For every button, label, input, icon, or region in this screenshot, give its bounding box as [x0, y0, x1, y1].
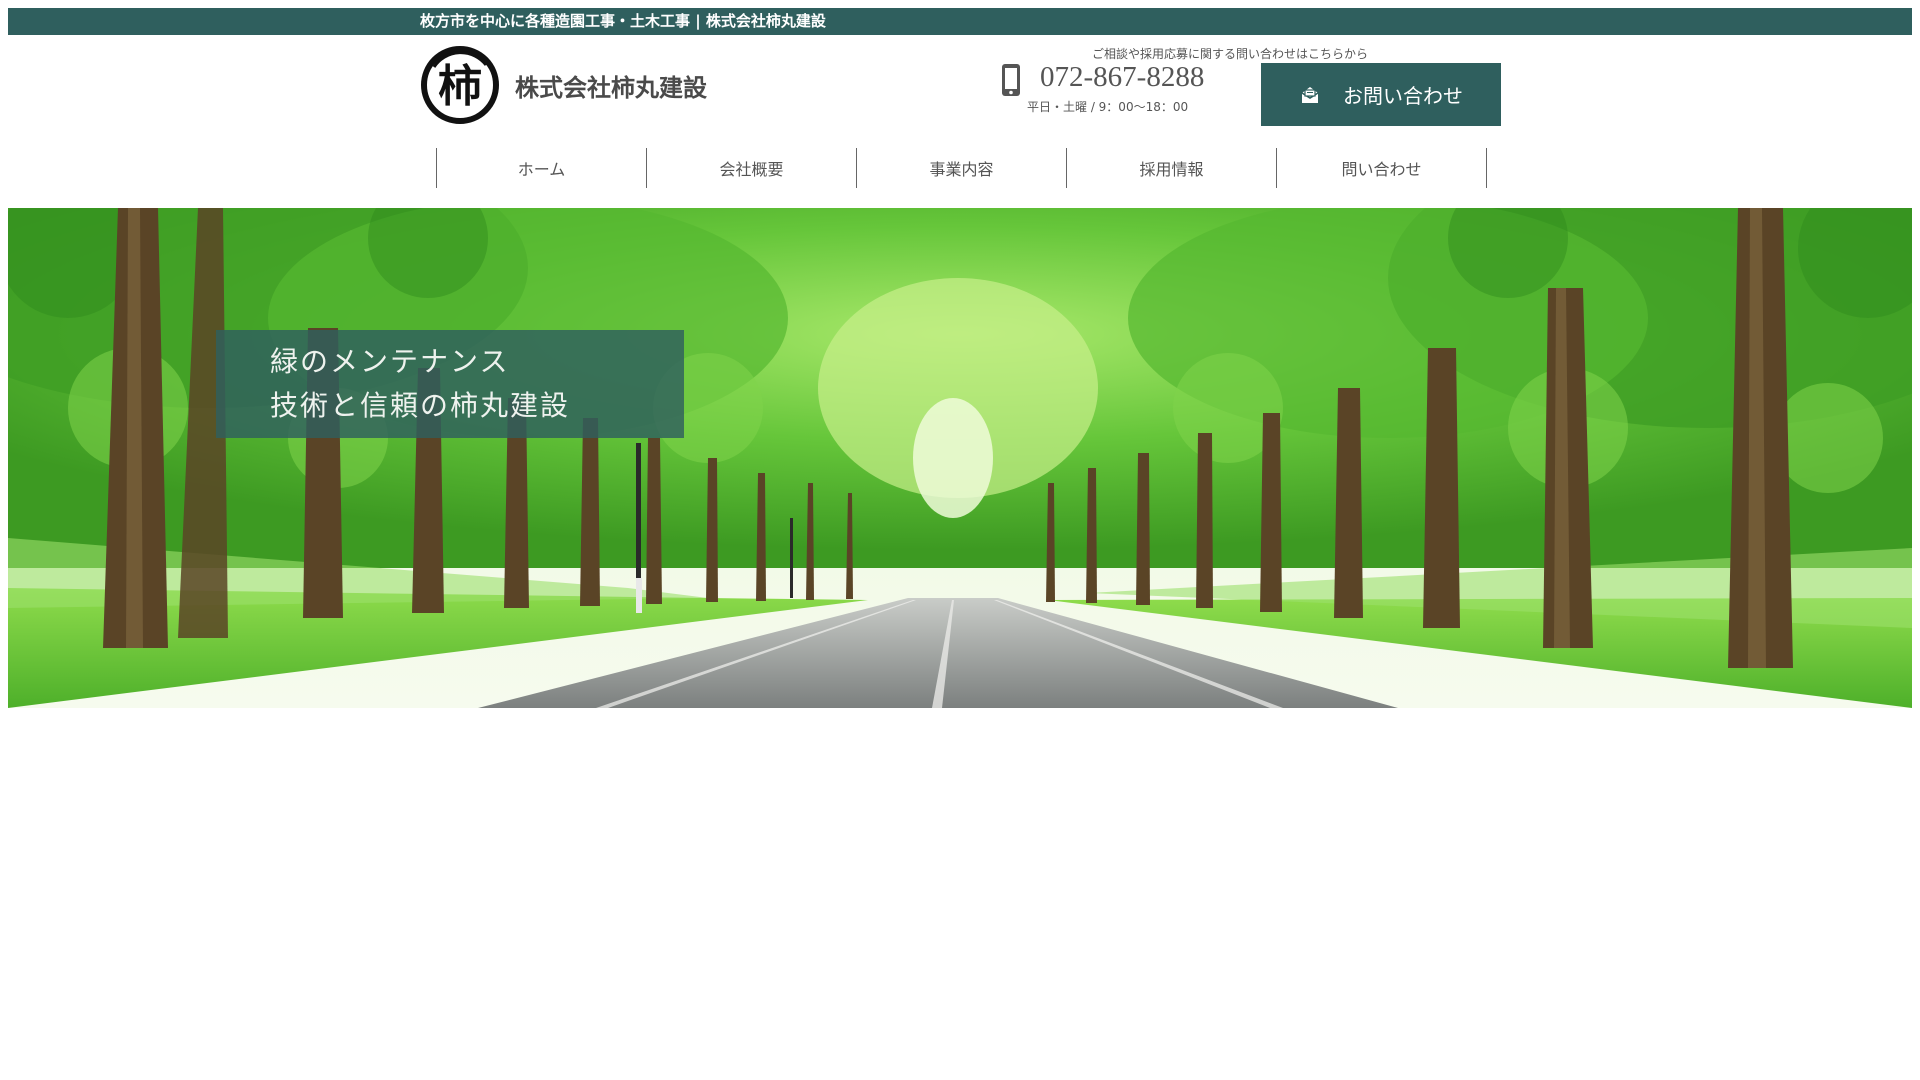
contact-button-label: お問い合わせ	[1343, 84, 1463, 108]
top-bar: 枚方市を中心に各種造園工事・土木工事 | 株式会社柿丸建設	[8, 8, 1912, 35]
hero-caption-line1: 緑のメンテナンス	[270, 345, 510, 378]
nav-item-home[interactable]: ホーム	[437, 148, 647, 188]
main-nav: ホーム 会社概要 事業内容 採用情報 問い合わせ	[436, 148, 1487, 188]
site-header: 柿 株式会社柿丸建設 ご相談や採用応募に関する問い合わせはこちらから 072-8…	[0, 35, 1920, 135]
contact-button[interactable]: お問い合わせ	[1261, 63, 1501, 126]
page: 枚方市を中心に各種造園工事・土木工事 | 株式会社柿丸建設 柿 株式会社柿丸建設…	[0, 0, 1920, 1080]
phone-hours: 平日・土曜 / 9：00～18：00	[1027, 100, 1189, 114]
nav-item-recruit[interactable]: 採用情報	[1067, 148, 1277, 188]
smartphone-icon	[1002, 64, 1020, 96]
logo-link[interactable]: 柿	[420, 45, 500, 125]
hero-image	[8, 208, 1912, 708]
top-bar-text: 枚方市を中心に各種造園工事・土木工事 | 株式会社柿丸建設	[420, 12, 826, 30]
hero-banner: 緑のメンテナンス 技術と信頼の柿丸建設	[8, 208, 1912, 708]
company-name[interactable]: 株式会社柿丸建設	[515, 68, 707, 103]
envelope-icon	[1301, 86, 1319, 103]
hero-caption: 緑のメンテナンス 技術と信頼の柿丸建設	[216, 330, 684, 438]
nav-item-business[interactable]: 事業内容	[857, 148, 1067, 188]
nav-item-contact[interactable]: 問い合わせ	[1277, 148, 1487, 188]
phone-number[interactable]: 072-867-8288	[1040, 61, 1204, 94]
hero-caption-line2: 技術と信頼の柿丸建設	[270, 389, 571, 422]
logo-glyph: 柿	[438, 61, 482, 112]
logo-icon: 柿	[421, 46, 499, 124]
nav-item-company[interactable]: 会社概要	[647, 148, 857, 188]
contact-note: ご相談や採用応募に関する問い合わせはこちらから	[1091, 47, 1368, 61]
